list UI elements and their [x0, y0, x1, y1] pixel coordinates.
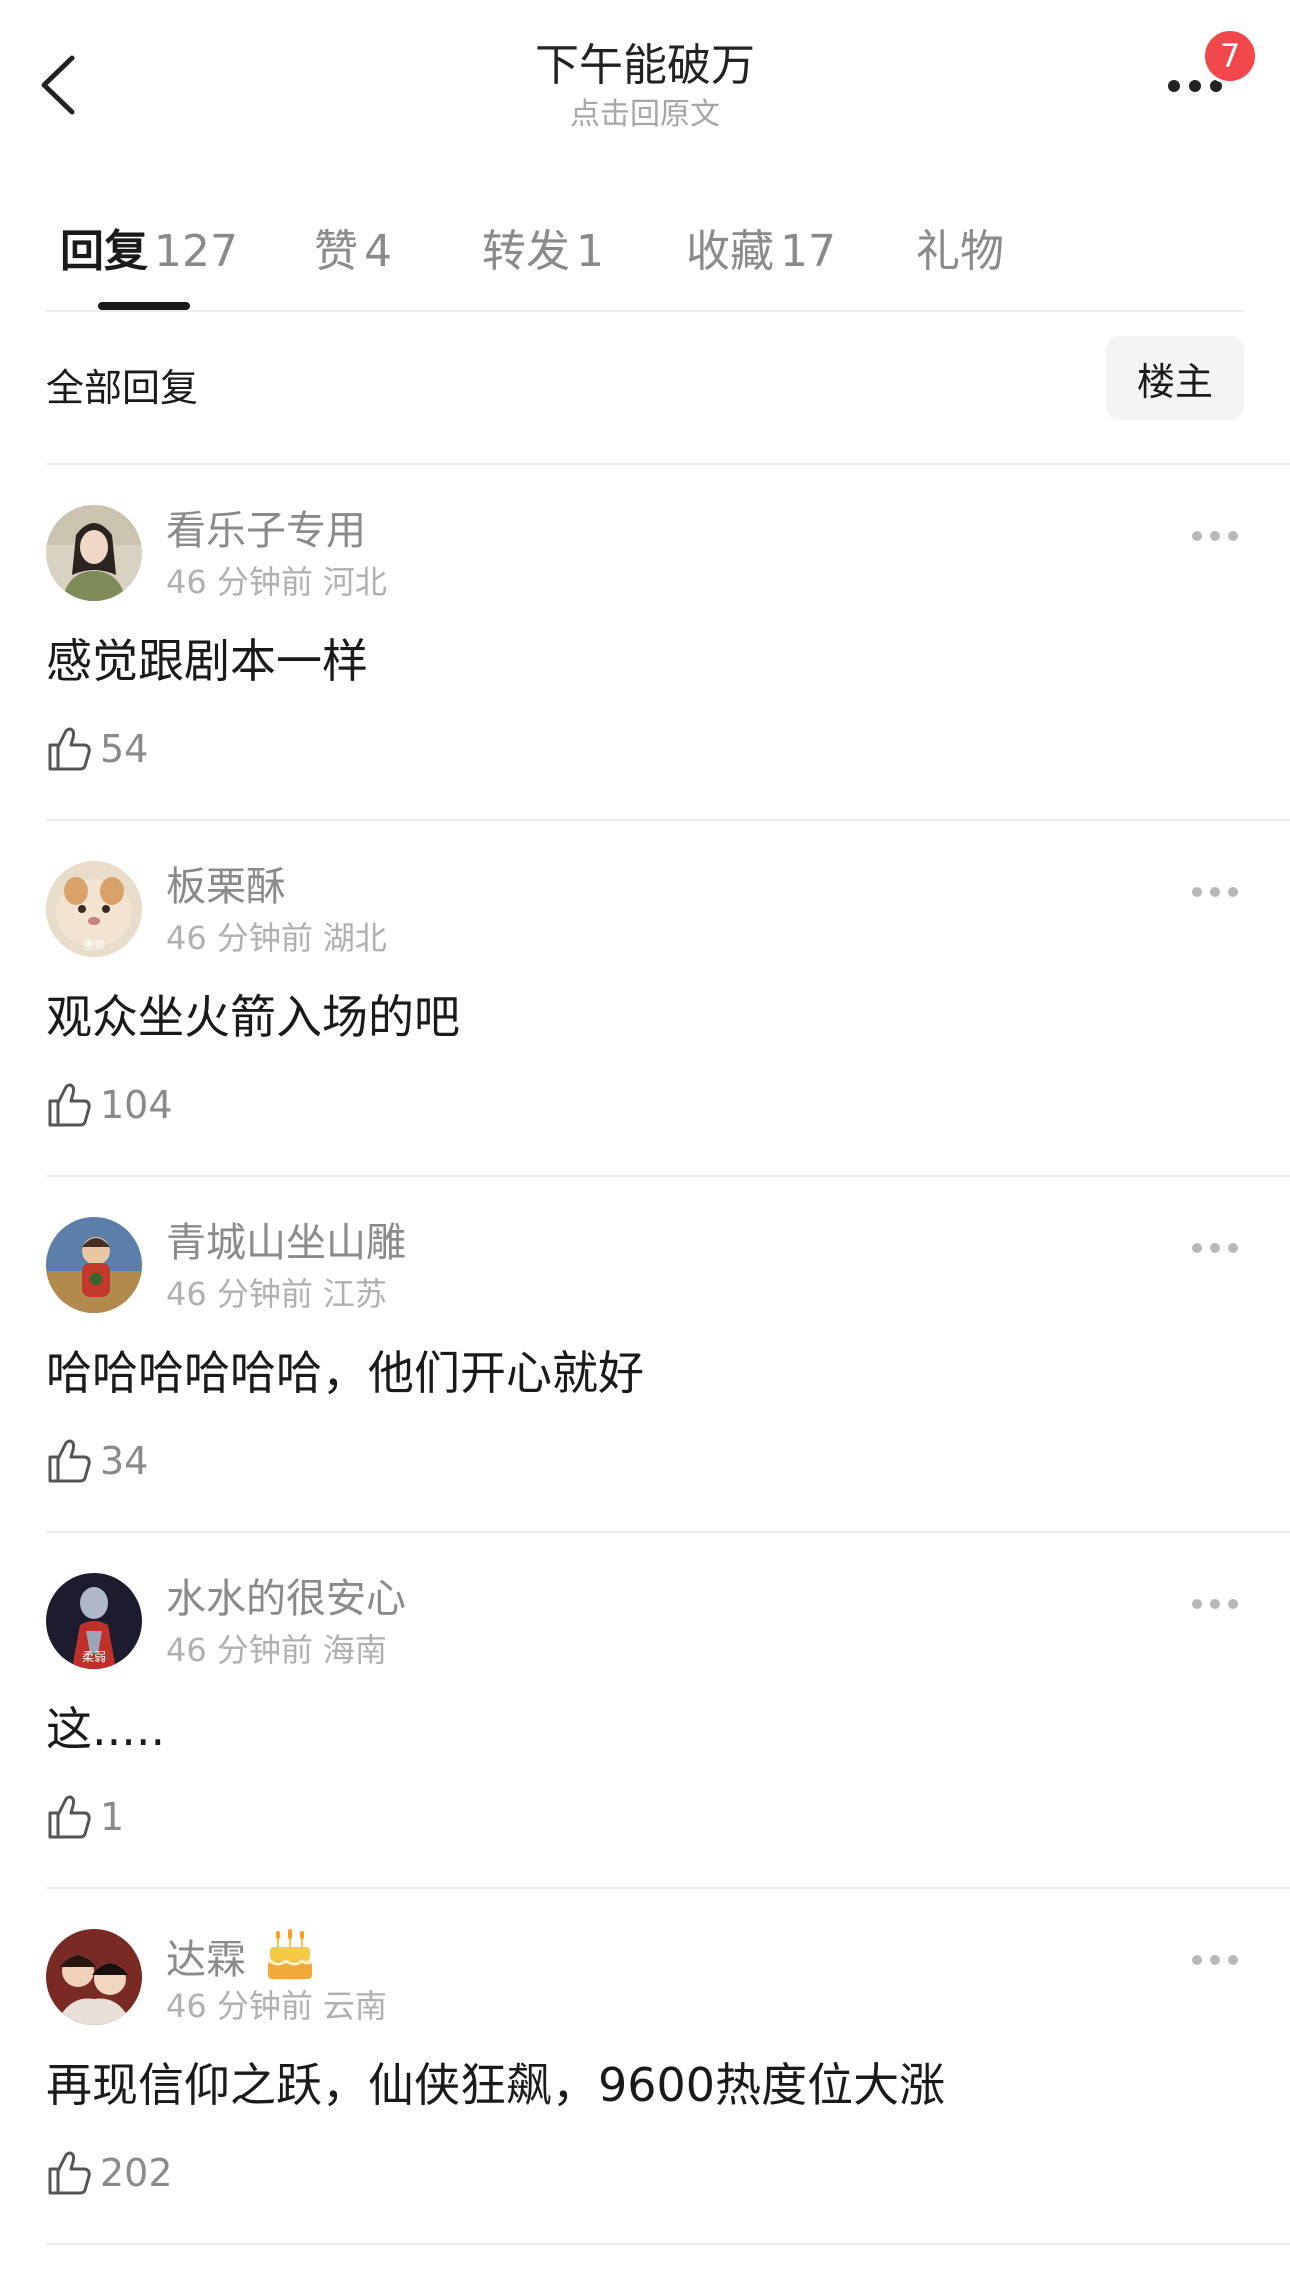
like-button[interactable]: 54 [46, 721, 148, 777]
tab-reposts[interactable]: 转发 1 [482, 220, 604, 284]
username[interactable]: 看乐子专用 [166, 505, 366, 557]
comment-location: 江苏 [322, 1275, 387, 1313]
page-title: 下午能破万 [535, 40, 755, 91]
view-original-link[interactable]: 点击回原文 [0, 96, 1290, 134]
more-icon[interactable] [1192, 521, 1252, 551]
avatar-caption: 思索 [83, 938, 105, 952]
comment-time: 46 分钟前 [166, 563, 313, 601]
like-count: 104 [100, 1083, 173, 1127]
comment-time: 46 分钟前 [166, 1275, 313, 1313]
comment-location: 湖北 [322, 919, 387, 957]
like-count: 202 [100, 2151, 173, 2195]
avatar[interactable]: 思索 [46, 861, 142, 957]
like-count: 1 [100, 1795, 125, 1839]
comment-text: 这..... [46, 1702, 166, 1756]
avatar[interactable] [46, 1217, 142, 1313]
thumbs-up-icon [48, 1083, 91, 1127]
thumbs-up-icon [48, 727, 91, 771]
comment-text: 再现信仰之跃，仙侠狂飙，9600热度位大涨 [46, 2058, 946, 2112]
tab-favorites[interactable]: 收藏 17 [686, 220, 836, 284]
username[interactable]: 板栗酥 [166, 861, 286, 913]
more-icon[interactable] [1192, 1589, 1252, 1619]
comment-item[interactable]: 青城山坐山雕 46 分钟前 江苏 哈哈哈哈哈哈，他们开心就好 34 [0, 1177, 1290, 1533]
comment-item[interactable]: 柔弱 水水的很安心 46 分钟前 海南 这..... 1 [0, 1533, 1290, 1889]
like-button[interactable]: 34 [46, 1433, 148, 1489]
like-button[interactable]: 202 [46, 2145, 173, 2201]
tab-gifts[interactable]: 礼物 [916, 220, 1004, 284]
like-count: 34 [100, 1439, 149, 1483]
tab-label: 礼物 [916, 226, 1004, 277]
tab-label: 转发 [482, 226, 570, 277]
all-replies-label[interactable]: 全部回复 [46, 360, 198, 416]
tab-count: 17 [780, 226, 836, 277]
filter-row: 全部回复 楼主 [0, 330, 1290, 450]
tab-label: 收藏 [686, 226, 774, 277]
comment-meta: 46 分钟前 云南 [166, 1985, 387, 2027]
username[interactable]: 青城山坐山雕 [166, 1217, 406, 1269]
like-count: 54 [100, 727, 149, 771]
comment-meta: 46 分钟前 江苏 [166, 1273, 387, 1315]
username-text: 达霖 [166, 1937, 246, 1983]
notification-badge: 7 [1202, 28, 1258, 84]
tab-likes[interactable]: 赞4 [314, 220, 392, 284]
tab-label: 回复 [60, 226, 148, 277]
comment-item[interactable]: 看乐子专用 46 分钟前 河北 感觉跟剧本一样 54 [0, 465, 1290, 821]
avatar[interactable] [46, 505, 142, 601]
avatar[interactable]: 柔弱 [46, 1573, 142, 1669]
op-filter-button[interactable]: 楼主 [1106, 336, 1244, 420]
comment-time: 46 分钟前 [166, 1987, 313, 2025]
comment-item[interactable]: 达霖 46 分钟前 云南 再现信仰之跃，仙侠狂飙，9600热度位大涨 202 [0, 1889, 1290, 2245]
thumbs-up-icon [48, 1795, 91, 1839]
comment-meta: 46 分钟前 河北 [166, 561, 387, 603]
like-button[interactable]: 1 [46, 1789, 124, 1845]
birthday-cake-icon [268, 1929, 314, 1979]
username[interactable]: 水水的很安心 [166, 1573, 406, 1625]
more-icon[interactable] [1192, 1233, 1252, 1263]
comment-text: 哈哈哈哈哈哈，他们开心就好 [46, 1346, 644, 1400]
comment-location: 海南 [322, 1631, 387, 1669]
comment-text: 感觉跟剧本一样 [46, 634, 368, 688]
thumbs-up-icon [48, 2151, 91, 2195]
comment-item[interactable]: 思索 板栗酥 46 分钟前 湖北 观众坐火箭入场的吧 104 [0, 821, 1290, 1177]
active-tab-indicator [98, 302, 190, 310]
divider [46, 2243, 1290, 2245]
tab-bar: 回复 127 赞4 转发 1 收藏 17 礼物 [0, 210, 1290, 310]
comment-text: 观众坐火箭入场的吧 [46, 990, 460, 1044]
tab-count: 127 [154, 226, 238, 277]
more-icon [1168, 80, 1222, 92]
avatar[interactable] [46, 1929, 142, 2025]
thumbs-up-icon [48, 1439, 91, 1483]
comment-time: 46 分钟前 [166, 1631, 313, 1669]
tab-count: 4 [364, 226, 392, 277]
more-icon[interactable] [1192, 877, 1252, 907]
tab-count: 1 [576, 226, 604, 277]
comment-location: 河北 [322, 563, 387, 601]
top-bar: 下午能破万 点击回原文 7 [0, 0, 1290, 160]
tab-replies[interactable]: 回复 127 [60, 220, 238, 284]
tab-label: 赞 [314, 226, 358, 277]
title-block[interactable]: 下午能破万 点击回原文 [0, 38, 1290, 134]
comment-meta: 46 分钟前 湖北 [166, 917, 387, 959]
more-icon[interactable] [1192, 1945, 1252, 1975]
username[interactable]: 达霖 [166, 1929, 314, 1986]
divider [46, 310, 1244, 312]
comment-time: 46 分钟前 [166, 919, 313, 957]
comment-location: 云南 [322, 1987, 387, 2025]
avatar-caption: 柔弱 [82, 1650, 106, 1664]
comment-meta: 46 分钟前 海南 [166, 1629, 387, 1671]
like-button[interactable]: 104 [46, 1077, 173, 1133]
